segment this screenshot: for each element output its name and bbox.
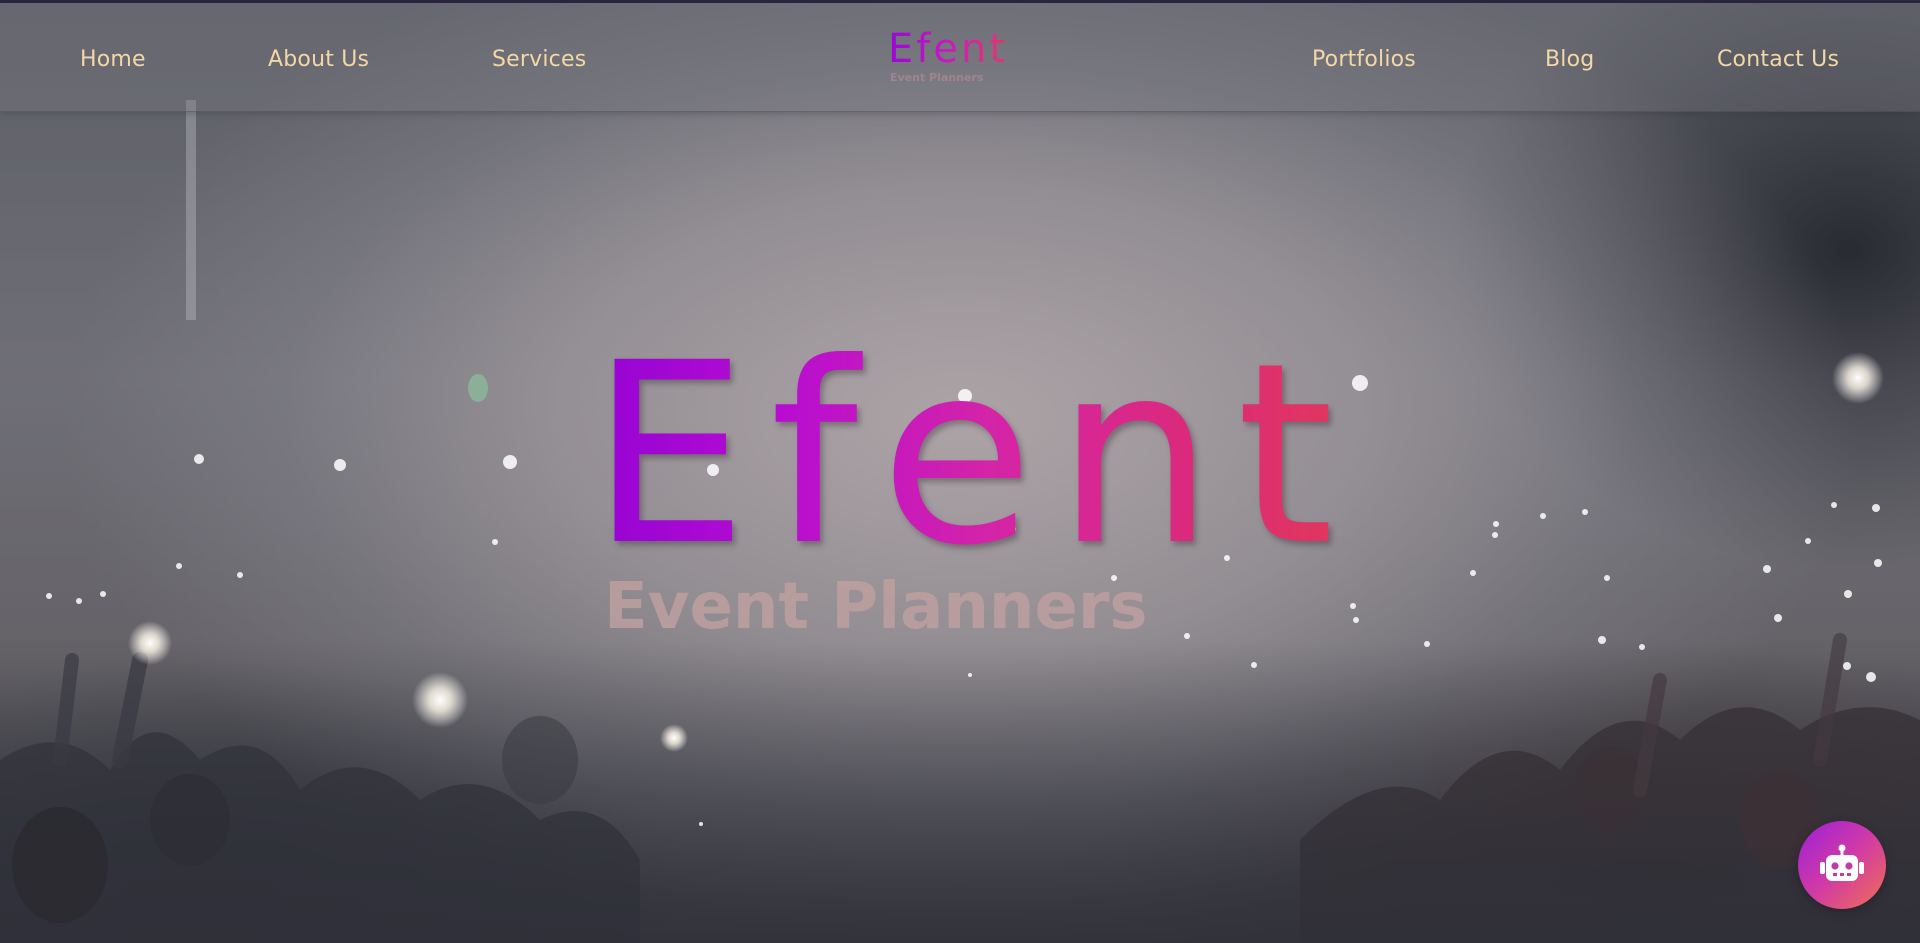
brand-name: Efent [888,29,1028,69]
robot-icon [1820,844,1864,881]
brand-tagline: Event Planners [890,71,984,84]
nav-contact-us-link[interactable]: Contact Us [1717,47,1839,72]
hero-page: Home About Us Services Efent Event Plann… [0,0,1920,943]
nav-home-link[interactable]: Home [80,47,146,72]
nav-blog-link[interactable]: Blog [1545,47,1594,72]
hero-title: Efent [590,330,1390,580]
brand-logo[interactable]: Efent Event Planners [888,29,1028,84]
nav-about-us-link[interactable]: About Us [268,47,369,72]
nav-services-link[interactable]: Services [492,47,586,72]
nav-portfolios-link[interactable]: Portfolios [1312,47,1416,72]
hero-section: Efent Event Planners [590,330,1390,644]
hero-subtitle: Event Planners [604,570,1148,644]
main-navbar: Home About Us Services Efent Event Plann… [0,3,1920,112]
chatbot-button[interactable] [1798,821,1886,909]
